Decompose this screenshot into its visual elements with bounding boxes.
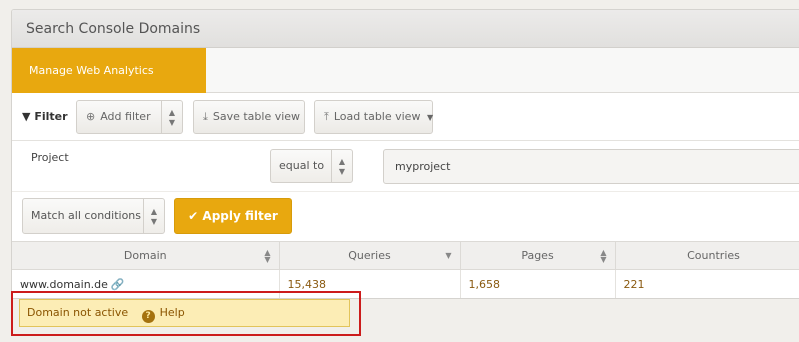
sort-icon: ▲ ▼	[600, 248, 607, 264]
operator-select[interactable]: equal to ▲ ▼	[270, 149, 353, 183]
filter-condition-row: Project equal to ▲ ▼	[12, 141, 799, 192]
column-header-domain[interactable]: Domain ▲ ▼	[12, 241, 280, 270]
cell-countries: 221	[615, 269, 799, 298]
operator-select-value: equal to	[279, 159, 325, 172]
column-header-queries[interactable]: Queries ▼	[279, 241, 461, 270]
plus-circle-icon: ⊕	[86, 110, 96, 123]
column-header-pages-label: Pages	[521, 249, 554, 262]
check-icon: ✔	[188, 209, 199, 223]
add-filter-button[interactable]: ⊕ Add filter ▲ ▼	[76, 100, 183, 134]
question-icon: ?	[141, 310, 155, 323]
condition-value-input[interactable]	[383, 149, 799, 184]
upload-icon: ⤒	[324, 110, 329, 123]
caret-down-icon: ▼	[426, 113, 434, 122]
tab-manage-web-analytics[interactable]: Manage Web Analytics accounts	[12, 48, 206, 122]
column-header-queries-label: Queries	[348, 249, 391, 262]
save-table-view-button[interactable]: ⤓ Save table view	[193, 100, 305, 134]
add-filter-label: Add filter	[100, 110, 151, 123]
sort-desc-icon: ▼	[445, 251, 452, 260]
load-table-view-label: Load table view	[333, 110, 421, 123]
domain-status-alert: Domain not active ? Help	[19, 299, 350, 327]
filter-label-text: Filter	[34, 110, 68, 123]
panel-title: Search Console Domains	[12, 10, 799, 48]
add-filter-stepper[interactable]: ▲ ▼	[161, 101, 182, 133]
column-header-countries[interactable]: Countries	[615, 241, 799, 270]
filter-toolbar: ▼ Filter ⊕ Add filter ▲ ▼ ⤓ Save table view…	[12, 93, 799, 141]
link-icon[interactable]: 🔗	[111, 278, 125, 291]
tab-bar: Manage Web Analytics accounts	[12, 48, 799, 122]
load-table-view-button[interactable]: ⤒ Load table view ▼	[314, 100, 433, 134]
sort-icon: ▲ ▼	[264, 248, 271, 264]
operator-stepper[interactable]: ▲ ▼	[331, 150, 352, 182]
download-icon: ⤓	[203, 110, 208, 123]
help-link[interactable]: Help	[160, 306, 185, 319]
alert-message: Domain not active	[27, 306, 129, 319]
filter-action-row: Match all conditions ▲ ▼ ✔ Apply filter	[12, 192, 799, 241]
column-header-countries-label: Countries	[687, 249, 740, 262]
cell-pages: 1,658	[460, 269, 616, 298]
match-mode-select[interactable]: Match all conditions ▲ ▼	[22, 198, 165, 234]
save-table-view-label: Save table view	[212, 110, 301, 123]
filter-label: ▼ Filter	[22, 93, 68, 141]
match-mode-value: Match all conditions	[31, 209, 141, 222]
column-header-pages[interactable]: Pages ▲ ▼	[460, 241, 616, 270]
column-header-domain-label: Domain	[123, 249, 167, 262]
domain-text: www.domain.de	[20, 278, 108, 292]
table-header-row: Domain ▲ ▼ Queries ▼ Pages ▲ ▼ Countries	[12, 241, 799, 270]
apply-filter-label: Apply filter	[202, 209, 278, 223]
search-console-panel: Search Console Domains Manage Web Analyt…	[11, 9, 799, 299]
funnel-icon: ▼	[22, 110, 31, 123]
match-mode-stepper[interactable]: ▲ ▼	[143, 199, 164, 233]
apply-filter-button[interactable]: ✔ Apply filter	[174, 198, 292, 234]
condition-field-label: Project	[31, 151, 69, 164]
